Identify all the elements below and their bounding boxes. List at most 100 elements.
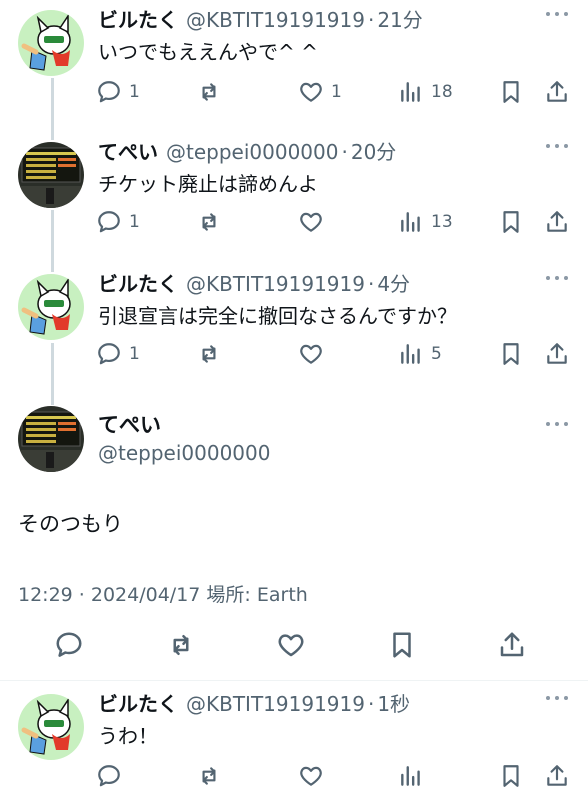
avatar[interactable] [18,406,84,472]
views-button[interactable]: 18 [398,76,453,108]
avatar[interactable] [18,142,84,208]
retweet-arrows-icon [202,83,216,101]
like-button[interactable] [298,206,331,238]
view-count: 18 [431,82,453,102]
speech-bubble-icon [98,765,120,787]
separator: · [367,692,375,716]
timestamp[interactable]: 4分 [377,268,410,300]
bookmark-icon [393,632,411,658]
like-button[interactable] [298,760,324,792]
like-button[interactable]: 1 [298,76,342,108]
views-button[interactable]: 5 [398,338,442,370]
display-name[interactable]: てぺい [98,136,158,168]
tweet[interactable]: ビルたく @KBTIT19191919 · 4分 引退宣言は完全に撤回なさるんで… [0,268,588,398]
tweet-text: 引退宣言は完全に撤回なさるんですか？ [98,304,457,328]
tweet[interactable]: ビルたく @KBTIT19191919 · 21分 いつでもええんやで^ ^ 1… [0,4,588,134]
tweet-header: ビルたく @KBTIT19191919 · 4分 [98,268,410,300]
view-count: 13 [431,212,453,232]
reply-count: 1 [129,82,140,102]
separator: · [367,272,375,296]
username[interactable]: @teppei0000000 [166,136,338,168]
share-button[interactable] [544,76,570,108]
avatar[interactable] [18,10,84,76]
share-upload-icon [500,632,524,657]
heart-icon [300,82,322,102]
bookmark-button[interactable] [498,760,524,792]
timestamp[interactable]: 20分 [351,136,396,168]
tweet[interactable]: ビルたく @KBTIT19191919 · 1秒 うわ！ [0,688,588,800]
separator: · [341,140,348,164]
retweet-arrows-icon [202,345,216,363]
share-button[interactable] [544,206,570,238]
bookmark-icon [503,81,519,103]
bar-chart-icon [401,344,420,364]
action-bar: 1 13 [96,206,572,238]
retweet-button[interactable] [196,338,229,370]
tweet-text: うわ！ [98,724,158,748]
avatar[interactable] [18,274,84,340]
reply-button[interactable]: 1 [96,338,140,370]
more-options-icon[interactable] [546,422,568,426]
bookmark-icon [503,765,519,787]
retweet-arrows-icon [202,767,216,785]
views-button[interactable]: 13 [398,206,453,238]
tweet-header: てぺい @teppei0000000 · 20分 [98,136,396,168]
retweet-button[interactable] [166,629,196,661]
heart-icon [300,212,322,232]
retweet-button[interactable] [196,760,222,792]
bookmark-icon [503,343,519,365]
display-name[interactable]: ビルたく [98,268,178,300]
reply-button[interactable]: 1 [96,206,140,238]
share-button[interactable] [544,760,570,792]
like-count: 1 [331,82,342,102]
reply-button[interactable] [54,629,84,661]
action-bar [96,760,572,792]
view-count: 5 [431,344,442,364]
username[interactable]: @teppei0000000 [98,438,270,468]
timestamp[interactable]: 1秒 [377,688,410,720]
more-options-icon[interactable] [546,144,568,148]
like-button[interactable] [298,338,331,370]
username[interactable]: @KBTIT19191919 [186,268,365,300]
retweet-arrows-icon [173,635,189,655]
timestamp[interactable]: 21分 [377,4,422,36]
separator: · [367,8,375,32]
action-bar [54,629,534,661]
speech-bubble-icon [98,211,120,233]
tweet-metadata: 12:29 · 2024/04/17 場所: Earth [18,584,308,606]
display-name[interactable]: ビルたく [98,688,178,720]
focused-tweet: てぺい @teppei0000000 そのつもり 12:29 · 2024/04… [0,400,588,682]
more-options-icon[interactable] [546,276,568,280]
bookmark-button[interactable] [387,629,417,661]
like-button[interactable] [276,629,306,661]
reply-button[interactable]: 1 [96,76,140,108]
username[interactable]: @KBTIT19191919 [186,688,365,720]
bookmark-button[interactable] [498,206,524,238]
tweet[interactable]: てぺい @teppei0000000 · 20分 チケット廃止は諦めんよ 1 1… [0,136,588,266]
bookmark-button[interactable] [498,76,524,108]
retweet-button[interactable] [196,76,229,108]
bar-chart-icon [401,82,420,102]
tweet-header: ビルたく @KBTIT19191919 · 21分 [98,4,423,36]
share-button[interactable] [497,629,527,661]
bar-chart-icon [401,212,420,232]
retweet-button[interactable] [196,206,229,238]
more-options-icon[interactable] [546,696,568,700]
reply-count: 1 [129,212,140,232]
avatar[interactable] [18,694,84,760]
more-options-icon[interactable] [546,12,568,16]
heart-icon [300,766,322,786]
username[interactable]: @KBTIT19191919 [186,4,365,36]
reply-button[interactable] [96,760,122,792]
speech-bubble-icon [98,343,120,365]
retweet-arrows-icon [202,213,216,231]
tweet-header: ビルたく @KBTIT19191919 · 1秒 [98,688,410,720]
views-button[interactable] [398,760,424,792]
bookmark-button[interactable] [498,338,524,370]
share-button[interactable] [544,338,570,370]
share-upload-icon [547,81,567,102]
display-name[interactable]: ビルたく [98,4,178,36]
share-upload-icon [547,343,567,364]
action-bar: 1 1 18 [96,76,572,108]
display-name[interactable]: てぺい [98,410,161,440]
